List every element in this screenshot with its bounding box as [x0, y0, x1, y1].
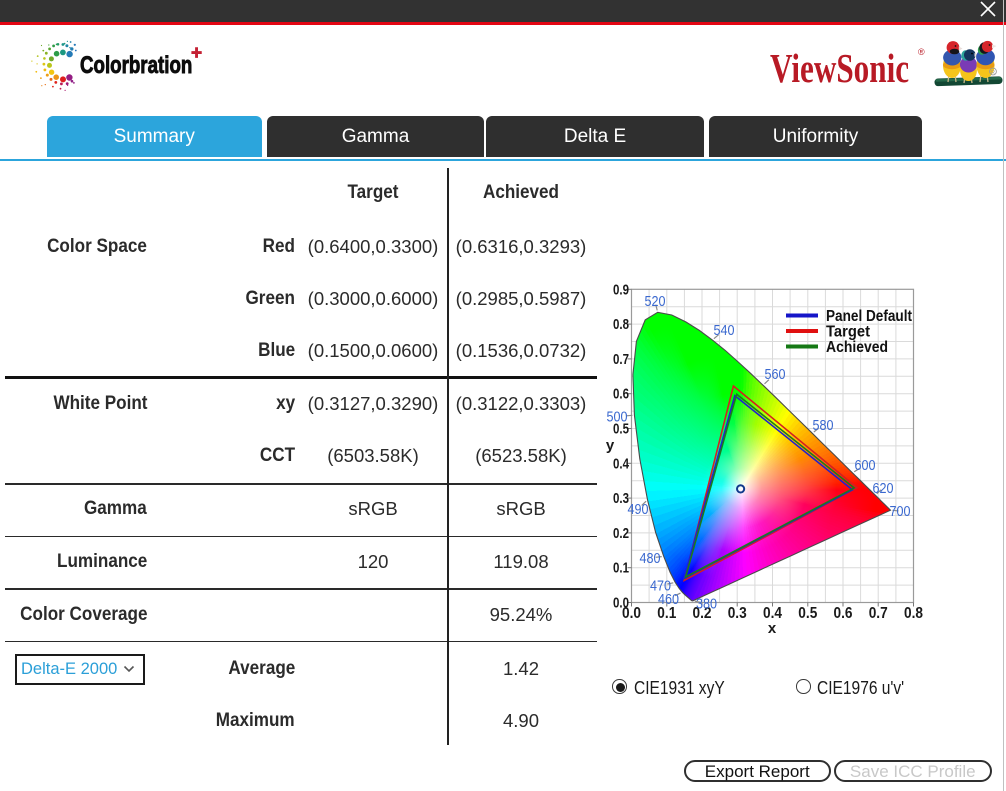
svg-text:Panel Default: Panel Default — [826, 308, 912, 325]
svg-text:620: 620 — [873, 481, 894, 497]
svg-text:0.6: 0.6 — [613, 386, 629, 403]
svg-text:460: 460 — [658, 592, 679, 608]
svg-text:380: 380 — [696, 597, 717, 613]
svg-text:0.8: 0.8 — [904, 605, 923, 622]
svg-text:0.9: 0.9 — [613, 281, 629, 298]
svg-text:580: 580 — [813, 418, 834, 434]
svg-text:0.3: 0.3 — [728, 605, 747, 622]
svg-text:0.7: 0.7 — [613, 351, 629, 368]
svg-text:0.0: 0.0 — [613, 595, 629, 612]
svg-text:y: y — [606, 437, 615, 454]
svg-text:500: 500 — [607, 410, 628, 426]
svg-text:x: x — [768, 620, 777, 637]
svg-text:Achieved: Achieved — [826, 339, 888, 356]
svg-text:0.4: 0.4 — [613, 455, 629, 472]
svg-text:700: 700 — [890, 504, 911, 520]
svg-text:560: 560 — [765, 367, 786, 383]
svg-text:Target: Target — [826, 324, 870, 341]
svg-text:540: 540 — [714, 323, 735, 339]
svg-text:480: 480 — [640, 551, 661, 567]
svg-text:0.1: 0.1 — [613, 560, 629, 577]
svg-text:0.2: 0.2 — [613, 525, 629, 542]
svg-text:600: 600 — [855, 458, 876, 474]
svg-text:0.6: 0.6 — [834, 605, 853, 622]
svg-text:490: 490 — [628, 502, 649, 518]
svg-text:0.8: 0.8 — [613, 316, 629, 333]
svg-text:520: 520 — [645, 294, 666, 310]
svg-text:0.5: 0.5 — [798, 605, 817, 622]
svg-text:0.7: 0.7 — [869, 605, 888, 622]
